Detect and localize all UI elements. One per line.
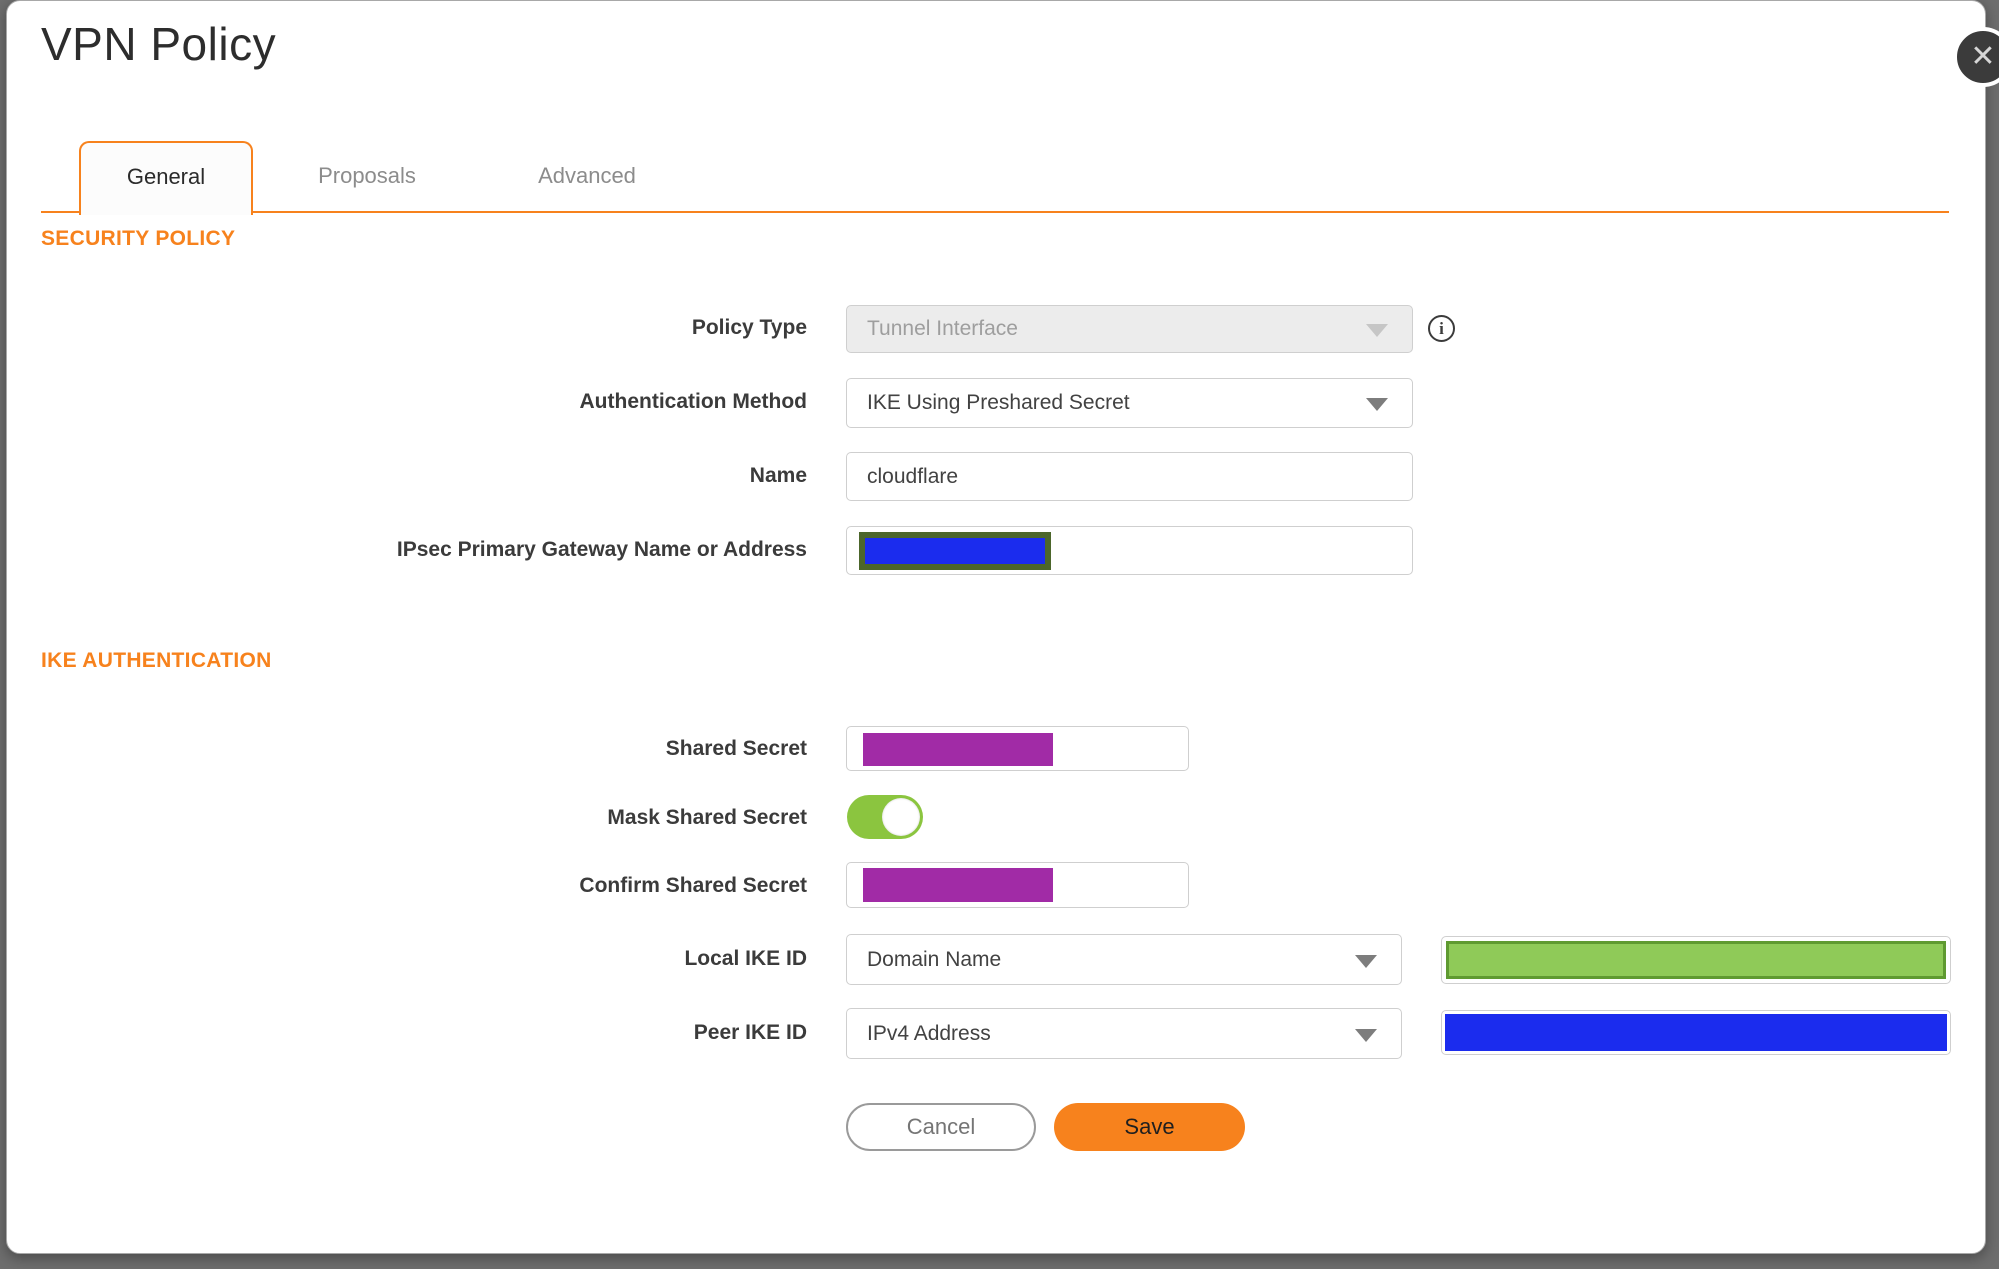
confirm-shared-secret-label: Confirm Shared Secret: [579, 874, 807, 897]
cancel-button[interactable]: Cancel: [846, 1103, 1036, 1151]
chevron-down-icon: [1366, 324, 1388, 337]
authentication-method-label: Authentication Method: [579, 390, 807, 413]
name-value: cloudflare: [867, 464, 959, 488]
tab-general[interactable]: General: [79, 141, 253, 215]
tab-advanced[interactable]: Advanced: [497, 141, 677, 213]
gateway-value-redaction: [859, 532, 1051, 570]
peer-ike-id-type-dropdown[interactable]: IPv4 Address: [846, 1008, 1402, 1059]
security-policy-heading: SECURITY POLICY: [41, 227, 236, 250]
local-ike-id-label: Local IKE ID: [684, 947, 807, 970]
shared-secret-value-redaction: [863, 733, 1053, 766]
local-ike-id-type-dropdown[interactable]: Domain Name: [846, 934, 1402, 985]
mask-shared-secret-label: Mask Shared Secret: [607, 806, 807, 829]
local-ike-id-value-redaction: [1446, 941, 1946, 979]
close-button[interactable]: ✕: [1953, 27, 1999, 87]
name-input[interactable]: cloudflare: [846, 452, 1413, 501]
policy-type-value: Tunnel Interface: [867, 317, 1018, 340]
tab-proposals[interactable]: Proposals: [277, 141, 457, 213]
policy-type-dropdown[interactable]: Tunnel Interface: [846, 305, 1413, 353]
confirm-shared-secret-value-redaction: [863, 868, 1053, 902]
name-label: Name: [749, 464, 807, 487]
gateway-label: IPsec Primary Gateway Name or Address: [396, 538, 807, 561]
policy-type-label: Policy Type: [691, 316, 807, 339]
ike-authentication-heading: IKE AUTHENTICATION: [41, 649, 272, 672]
peer-ike-id-label: Peer IKE ID: [693, 1021, 807, 1044]
peer-ike-id-type-value: IPv4 Address: [867, 1021, 991, 1045]
chevron-down-icon: [1355, 1028, 1377, 1042]
chevron-down-icon: [1355, 954, 1377, 968]
toggle-knob: [882, 798, 920, 836]
authentication-method-dropdown[interactable]: IKE Using Preshared Secret: [846, 378, 1413, 428]
authentication-method-value: IKE Using Preshared Secret: [867, 391, 1130, 414]
mask-shared-secret-toggle[interactable]: [847, 795, 923, 839]
shared-secret-label: Shared Secret: [665, 737, 807, 760]
chevron-down-icon: [1366, 398, 1388, 411]
dialog-title: VPN Policy: [41, 18, 277, 70]
vpn-policy-dialog: ✕ VPN Policy General Proposals Advanced …: [6, 0, 1999, 1254]
save-button[interactable]: Save: [1054, 1103, 1245, 1151]
info-icon[interactable]: i: [1428, 315, 1455, 342]
close-icon: ✕: [1970, 40, 1996, 73]
peer-ike-id-value-redaction: [1445, 1014, 1947, 1051]
local-ike-id-type-value: Domain Name: [867, 947, 1002, 971]
